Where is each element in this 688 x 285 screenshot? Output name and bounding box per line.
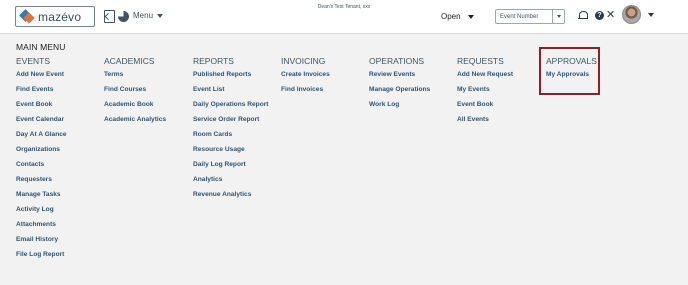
menu-link[interactable]: Organizations: [16, 145, 67, 160]
menu-link[interactable]: Published Reports: [193, 70, 268, 85]
menu-link[interactable]: Academic Book: [104, 100, 166, 115]
menu-column-heading: OPERATIONS: [369, 56, 425, 66]
menu-column-heading: REPORTS: [193, 56, 234, 66]
menu-link[interactable]: Event Book: [457, 100, 513, 115]
menu-column-requests: REQUESTS Add New Request My Events Event Bo…: [457, 56, 513, 130]
menu-link[interactable]: Email History: [16, 235, 67, 250]
menu-link[interactable]: Add New Event: [16, 70, 67, 85]
menu-link[interactable]: Academic Analytics: [104, 115, 166, 130]
menu-column-heading: INVOICING: [281, 56, 326, 66]
menu-column-heading: REQUESTS: [457, 56, 504, 66]
menu-link[interactable]: Daily Log Report: [193, 160, 268, 175]
chevron-down-icon[interactable]: [648, 13, 654, 17]
menu-column-reports: REPORTS Published Reports Event List Daily …: [193, 56, 268, 205]
menu-link[interactable]: Add New Request: [457, 70, 513, 85]
menu-link[interactable]: Requesters: [16, 175, 67, 190]
menu-link[interactable]: Event List: [193, 85, 268, 100]
search-type-select[interactable]: Event Number: [495, 9, 565, 24]
menu-link[interactable]: Create Invoices: [281, 70, 330, 85]
pie-chart-icon[interactable]: [118, 11, 129, 22]
status-dropdown[interactable]: Open: [441, 12, 474, 21]
chevron-down-icon: [157, 13, 164, 18]
menu-link[interactable]: Room Cards: [193, 130, 268, 145]
document-icon[interactable]: [104, 10, 115, 23]
menu-link[interactable]: My Events: [457, 85, 513, 100]
menu-link[interactable]: Find Events: [16, 85, 67, 100]
main-menu-title: MAIN MENU: [16, 42, 66, 52]
menu-link[interactable]: Service Order Report: [193, 115, 268, 130]
menu-link[interactable]: Day At A Glance: [16, 130, 67, 145]
menu-link[interactable]: File Log Report: [16, 250, 67, 265]
menu-link[interactable]: Activity Log: [16, 205, 67, 220]
menu-link[interactable]: Terms: [104, 70, 166, 85]
menu-link[interactable]: Manage Operations: [369, 85, 430, 100]
menu-link[interactable]: Attachments: [16, 220, 67, 235]
menu-link[interactable]: Manage Tasks: [16, 190, 67, 205]
menu-link[interactable]: Daily Operations Report: [193, 100, 268, 115]
bell-icon[interactable]: [578, 11, 588, 21]
menu-column-operations: OPERATIONS Review Events Manage Operations…: [369, 56, 430, 115]
menu-column-events: EVENTS Add New Event Find Events Event Book…: [16, 56, 67, 265]
menu-column-heading: EVENTS: [16, 56, 51, 66]
menu-column-invoicing: INVOICING Create Invoices Find Invoices: [281, 56, 330, 100]
menu-column-academics: ACADEMICS Terms Find Courses Academic Book A…: [104, 56, 166, 130]
menu-link[interactable]: Work Log: [369, 100, 430, 115]
menu-link[interactable]: Find Courses: [104, 85, 166, 100]
menu-link[interactable]: Event Book: [16, 100, 67, 115]
top-navigation-bar: mazévo Menu Dean's Test Tenant, xxx Open…: [0, 0, 688, 34]
help-icon[interactable]: ?: [595, 11, 604, 20]
chevron-down-icon: [556, 15, 561, 18]
menu-link[interactable]: Analytics: [193, 175, 268, 190]
logo-mark-icon: [19, 8, 35, 24]
menu-link[interactable]: Review Events: [369, 70, 430, 85]
menu-column-heading: ACADEMICS: [104, 56, 155, 66]
menu-label: Menu: [133, 11, 154, 20]
status-value: Open: [441, 12, 461, 21]
chevron-down-icon: [467, 14, 474, 19]
tenant-name: Dean's Test Tenant, xxx: [317, 4, 371, 10]
logo-text: mazévo: [38, 9, 82, 24]
menu-link[interactable]: Find Invoices: [281, 85, 330, 100]
menu-dropdown-button[interactable]: Menu: [133, 11, 164, 20]
search-type-value: Event Number: [500, 13, 539, 20]
menu-link[interactable]: Contacts: [16, 160, 67, 175]
menu-link[interactable]: All Events: [457, 115, 513, 130]
avatar[interactable]: [622, 5, 641, 24]
menu-link[interactable]: Resource Usage: [193, 145, 268, 160]
menu-link[interactable]: Event Calendar: [16, 115, 67, 130]
menu-link[interactable]: Revenue Analytics: [193, 190, 268, 205]
approvals-highlight-box: [539, 47, 600, 95]
select-toggle-button[interactable]: [552, 10, 564, 23]
tools-icon[interactable]: ✕: [606, 8, 615, 21]
